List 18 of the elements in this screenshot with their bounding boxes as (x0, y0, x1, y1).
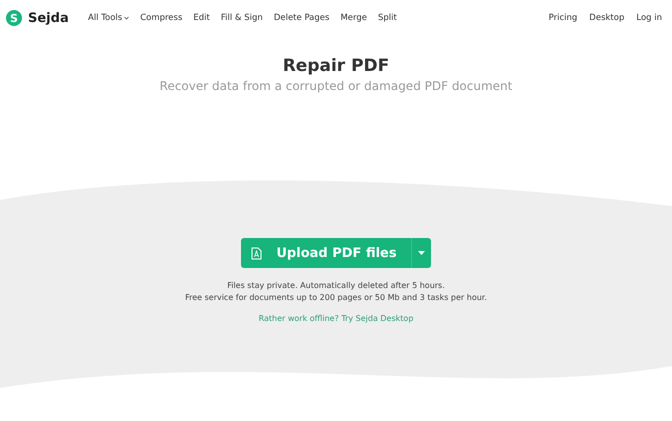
nav-link[interactable]: Log in (636, 13, 662, 23)
logo-name[interactable]: Sejda (28, 10, 69, 26)
nav-link[interactable]: Compress (140, 13, 182, 23)
caret-icon (418, 251, 425, 255)
nav-link[interactable]: All Tools (88, 13, 130, 23)
chevron-down-icon (124, 16, 130, 20)
info-text: Files stay private. Automatically deleted after 5 hours. (227, 280, 445, 292)
nav-link[interactable]: Desktop (589, 13, 624, 23)
nav-link[interactable]: Edit (193, 13, 210, 23)
nav-link[interactable]: Fill & Sign (220, 13, 263, 23)
nav-link[interactable]: Split (378, 13, 397, 23)
page-subtitle: Recover data from a corrupted or damaged PDF document (160, 79, 512, 93)
info-text: Free service for documents up to 200 pages or 50 Mb and 3 tasks per hour. (185, 292, 487, 304)
nav-link[interactable]: Delete Pages (274, 13, 330, 23)
page-title: Repair PDF (282, 56, 390, 76)
pdf-file-icon (251, 246, 262, 260)
nav-link[interactable]: Pricing (548, 13, 578, 23)
nav-link[interactable]: Merge (340, 13, 367, 23)
